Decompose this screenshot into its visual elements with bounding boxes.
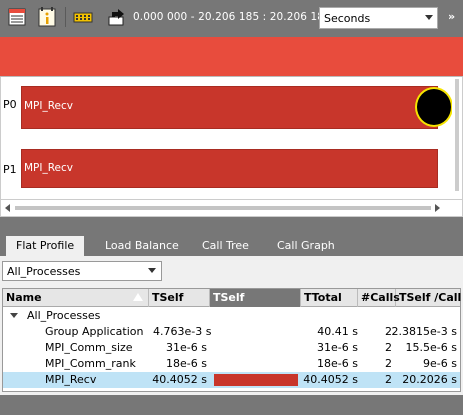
bar-label: MPI_Recv xyxy=(24,100,74,112)
process-label-p0: P0 xyxy=(3,98,17,111)
group-name: All_Processes xyxy=(27,309,101,322)
tab-call-graph[interactable]: Call Graph xyxy=(267,236,345,256)
timeline-vertical-scrollbar[interactable] xyxy=(452,77,462,199)
table-row[interactable]: Group Application 4.763e-3 s 40.41 s 2 2… xyxy=(3,324,460,340)
row-name: MPI_Recv xyxy=(45,373,97,386)
tself-proportion-bar xyxy=(214,374,298,386)
row-tself: 18e-6 s xyxy=(166,357,207,370)
scroll-right-icon[interactable] xyxy=(435,204,440,212)
row-ttotal: 40.41 s xyxy=(317,325,358,338)
row-tself: 40.4052 s xyxy=(152,373,207,386)
scrollbar-track[interactable] xyxy=(15,206,431,210)
export-icon[interactable] xyxy=(106,6,128,28)
flat-profile-table: Name TSelf TSelf TTotal #Calls TSelf /Ca… xyxy=(2,288,461,392)
toolbar-overflow-button[interactable]: » xyxy=(448,10,455,23)
time-range-readout: 0.000 000 - 20.206 185 : 20.206 185 xyxy=(133,11,331,23)
row-tself: 31e-6 s xyxy=(166,341,207,354)
column-header-tself-bar[interactable]: TSelf xyxy=(210,289,301,307)
row-calls: 2 xyxy=(385,373,392,386)
process-label-p1: P1 xyxy=(3,163,17,176)
row-ttotal: 31e-6 s xyxy=(317,341,358,354)
expand-arrow-icon[interactable] xyxy=(10,313,18,318)
scrollbar-track[interactable] xyxy=(455,79,459,191)
time-unit-value: Seconds xyxy=(324,12,371,25)
chevron-down-icon xyxy=(148,268,156,273)
table-row[interactable]: MPI_Comm_rank 18e-6 s 18e-6 s 2 9e-6 s xyxy=(3,356,460,372)
timeline-bar-p1[interactable]: MPI_Recv xyxy=(21,149,438,188)
row-calls: 2 xyxy=(385,357,392,370)
process-filter-select[interactable]: All_Processes xyxy=(2,261,162,281)
timeline-bar-p0[interactable]: MPI_Recv xyxy=(21,86,438,129)
row-ttotal: 40.4052 s xyxy=(303,373,358,386)
info-icon[interactable] xyxy=(36,6,58,28)
row-tself-per-call: 9e-6 s xyxy=(423,357,457,370)
column-header-ttotal[interactable]: TTotal xyxy=(301,289,358,307)
column-header-tself[interactable]: TSelf xyxy=(149,289,210,307)
toolbar: 0.000 000 - 20.206 185 : 20.206 185 Seco… xyxy=(0,0,463,37)
row-name: MPI_Comm_size xyxy=(45,341,133,354)
row-name: MPI_Comm_rank xyxy=(45,357,136,370)
film-icon[interactable] xyxy=(72,6,94,28)
row-tself-per-call: 2.3815e-3 s xyxy=(391,325,457,338)
row-tself-per-call: 15.5e-6 s xyxy=(405,341,457,354)
timeline-view[interactable]: P0 MPI_Recv P1 MPI_Recv xyxy=(0,77,463,199)
tab-bar: Flat Profile Load Balance Call Tree Call… xyxy=(0,231,463,256)
scroll-left-icon[interactable] xyxy=(5,204,10,212)
tab-flat-profile[interactable]: Flat Profile xyxy=(6,236,85,256)
tab-load-balance[interactable]: Load Balance xyxy=(95,236,189,256)
row-name: Group Application xyxy=(45,325,144,338)
time-unit-select[interactable]: Seconds xyxy=(319,7,438,29)
process-filter-value: All_Processes xyxy=(7,265,81,278)
tab-call-tree[interactable]: Call Tree xyxy=(192,236,259,256)
sort-ascending-icon xyxy=(133,293,143,301)
pane-splitter[interactable] xyxy=(0,217,463,231)
column-header-tself-per-call[interactable]: TSelf /Call xyxy=(396,289,461,307)
row-tself-per-call: 20.2026 s xyxy=(402,373,457,386)
row-calls: 2 xyxy=(385,341,392,354)
bar-label: MPI_Recv xyxy=(24,162,74,174)
chevron-down-icon xyxy=(425,15,433,20)
toolbar-separator xyxy=(65,7,66,27)
column-header-calls[interactable]: #Calls xyxy=(358,289,400,307)
cursor-marker[interactable] xyxy=(415,87,453,127)
table-row[interactable]: MPI_Comm_size 31e-6 s 31e-6 s 2 15.5e-6 … xyxy=(3,340,460,356)
table-row-selected[interactable]: MPI_Recv 40.4052 s 40.4052 s 2 20.2026 s xyxy=(3,372,460,388)
table-header: Name TSelf TSelf TTotal #Calls TSelf /Ca… xyxy=(3,289,461,307)
row-ttotal: 18e-6 s xyxy=(317,357,358,370)
table-group-row[interactable]: All_Processes xyxy=(3,308,460,324)
status-bar xyxy=(0,395,463,415)
column-header-name[interactable]: Name xyxy=(3,289,149,307)
timeline-horizontal-scrollbar[interactable] xyxy=(0,199,463,217)
timeline-overview[interactable] xyxy=(0,37,463,77)
table-view-icon[interactable] xyxy=(6,6,28,28)
row-tself: 4.763e-3 s xyxy=(153,325,212,338)
